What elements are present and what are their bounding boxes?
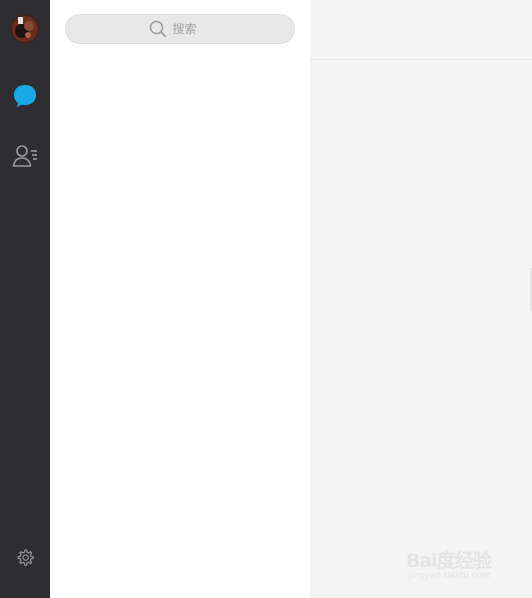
sidebar [0, 0, 50, 598]
contacts-icon [12, 145, 37, 167]
gear-icon [17, 549, 34, 566]
chat-content-area: Bai度经验 jingyan.baidu.com [310, 0, 532, 598]
nav-contacts[interactable] [9, 140, 41, 172]
watermark-logo: Bai度经验 jingyan.baidu.com [406, 538, 502, 584]
app-window: Bai度经验 jingyan.baidu.com [0, 0, 532, 598]
avatar[interactable] [10, 14, 40, 44]
chat-bubble-icon [14, 85, 36, 108]
avatar-image [10, 14, 40, 44]
conversation-list-panel [50, 0, 310, 598]
search-box[interactable] [65, 14, 295, 44]
watermark-subtext: jingyan.baidu.com [408, 571, 492, 581]
content-header [310, 0, 532, 60]
search-icon [148, 19, 168, 39]
settings-button[interactable] [9, 542, 41, 574]
nav-chat[interactable] [9, 80, 41, 112]
search-input[interactable] [172, 22, 213, 36]
watermark-text: Bai度经验 [406, 550, 492, 572]
